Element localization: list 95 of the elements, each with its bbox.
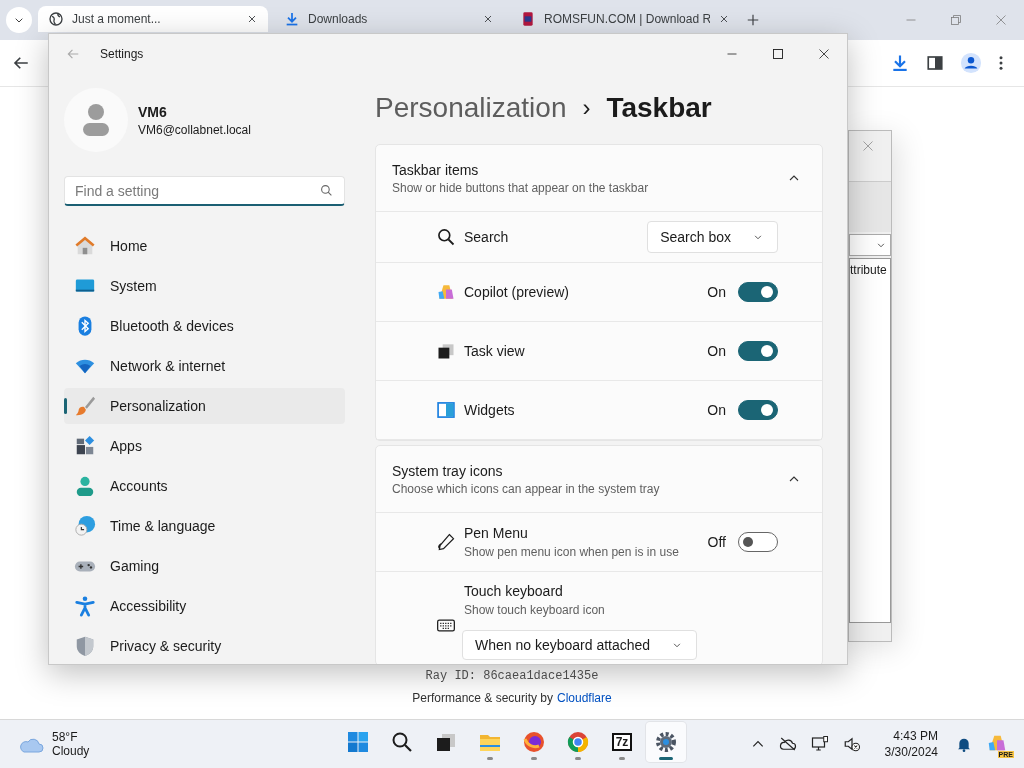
gear-icon (654, 730, 678, 754)
setting-label: Pen Menu (464, 525, 529, 541)
nav-item[interactable]: Accessibility (64, 588, 345, 624)
breadcrumb-link[interactable]: Personalization (375, 92, 567, 124)
weather-condition: Cloudy (52, 744, 90, 758)
tab-title: Just a moment... (72, 12, 162, 26)
search-icon (390, 730, 414, 754)
temperature: 58°F (52, 730, 79, 744)
maximize-icon[interactable] (772, 48, 784, 60)
profile-icon[interactable] (960, 52, 982, 74)
search-field[interactable]: Find a setting (64, 176, 345, 206)
widgets-icon (436, 400, 456, 420)
paintbrush-icon (74, 395, 96, 417)
bell-icon[interactable] (956, 736, 972, 752)
globe-icon (48, 11, 64, 27)
search-icon (436, 227, 456, 247)
archiver-icon: 7z (611, 733, 633, 751)
setting-label: Widgets (464, 402, 516, 418)
toggle-switch[interactable] (738, 532, 778, 552)
apps-icon (74, 435, 96, 457)
toggle-state: On (707, 402, 726, 418)
dropdown[interactable]: When no keyboard attached (462, 630, 698, 660)
toggle-switch[interactable] (738, 400, 778, 420)
taskbar-button[interactable]: 7z (602, 722, 642, 762)
toggle-state: Off (707, 534, 726, 550)
download-icon (284, 11, 300, 27)
dropdown[interactable]: Search box (647, 221, 778, 253)
house-icon (74, 235, 96, 257)
site-icon (520, 11, 536, 27)
close-icon[interactable] (718, 13, 730, 25)
accessibility-icon (74, 595, 96, 617)
cloudflare-link[interactable]: Cloudflare (557, 691, 612, 705)
toggle-state: On (707, 343, 726, 359)
toggle-state: On (707, 284, 726, 300)
network-monitor-icon[interactable] (810, 735, 829, 753)
weather-widget[interactable]: 58°F Cloudy (0, 730, 218, 758)
nav-item[interactable]: Privacy & security (64, 628, 345, 664)
more-icon[interactable] (998, 54, 1004, 72)
ray-id-text: Ray ID: 86caea1dace1435e (425, 669, 599, 683)
toggle-switch[interactable] (738, 282, 778, 302)
browser-icon (522, 730, 546, 754)
nav-item[interactable]: Accounts (64, 468, 345, 504)
toggle-switch[interactable] (738, 341, 778, 361)
globe-clock-icon (74, 515, 96, 537)
nav-item[interactable]: Home (64, 228, 345, 264)
close-icon[interactable] (246, 13, 258, 25)
user-name: VM6 (138, 103, 168, 120)
close-icon[interactable] (818, 48, 830, 60)
shield-icon (74, 635, 96, 657)
setting-label: Copilot (preview) (464, 284, 571, 300)
setting-description: Show pen menu icon when pen is in use (464, 545, 680, 559)
nav-item[interactable]: System (64, 268, 345, 304)
section-subtitle: Choose which icons can appear in the system tray (392, 481, 661, 496)
breadcrumb-separator: › (582, 94, 591, 122)
windows-icon (346, 730, 370, 754)
plus-icon[interactable] (746, 13, 760, 27)
nav-item[interactable]: Bluetooth & devices (64, 308, 345, 344)
pen-icon (436, 532, 456, 552)
back-arrow-icon[interactable] (12, 54, 30, 72)
section-title: Taskbar items (392, 161, 480, 178)
nav-item[interactable]: Apps (64, 428, 345, 464)
nav-item[interactable]: Personalization (64, 388, 345, 424)
setting-description: Show touch keyboard icon (464, 603, 606, 617)
window-title: Settings (100, 47, 144, 61)
avatar-icon (64, 88, 128, 152)
setting-label: Task view (464, 343, 526, 359)
setting-label: Search (464, 229, 510, 245)
nav-item[interactable]: Gaming (64, 548, 345, 584)
copilot-icon (436, 282, 456, 302)
browser-tab[interactable]: Just a moment... (38, 6, 268, 32)
page-title: Taskbar (606, 92, 712, 124)
nav-item[interactable]: Time & language (64, 508, 345, 544)
section-subtitle: Show or hide buttons that appear on the taskbar (392, 180, 650, 195)
clock[interactable]: 4:43 PM 3/30/2024 (874, 728, 942, 760)
search-icon[interactable] (320, 184, 333, 197)
dropdown[interactable] (849, 234, 891, 256)
tab-title: Downloads (308, 12, 369, 26)
footer-text: Performance & security by (412, 691, 553, 705)
person-icon (74, 475, 96, 497)
section-title: System tray icons (392, 462, 504, 479)
user-email: VM6@collabnet.local (138, 122, 251, 137)
taskbar-button[interactable] (646, 722, 686, 762)
download-icon[interactable] (890, 53, 910, 73)
nav-item[interactable]: Network & internet (64, 348, 345, 384)
task-view-icon (436, 341, 456, 361)
tab-title: ROMSFUN.COM | Download R (544, 12, 710, 26)
browser-icon (566, 730, 590, 754)
setting-label: Touch keyboard (464, 583, 564, 599)
close-icon[interactable] (482, 13, 494, 25)
browser-tab[interactable]: ROMSFUN.COM | Download R (510, 6, 740, 32)
browser-tab[interactable]: Downloads (274, 6, 504, 32)
sidebar-icon[interactable] (926, 54, 944, 72)
muted-speaker-icon[interactable] (842, 735, 861, 753)
column-header: ttribute (850, 263, 888, 277)
cloud-off-icon[interactable] (778, 735, 797, 753)
